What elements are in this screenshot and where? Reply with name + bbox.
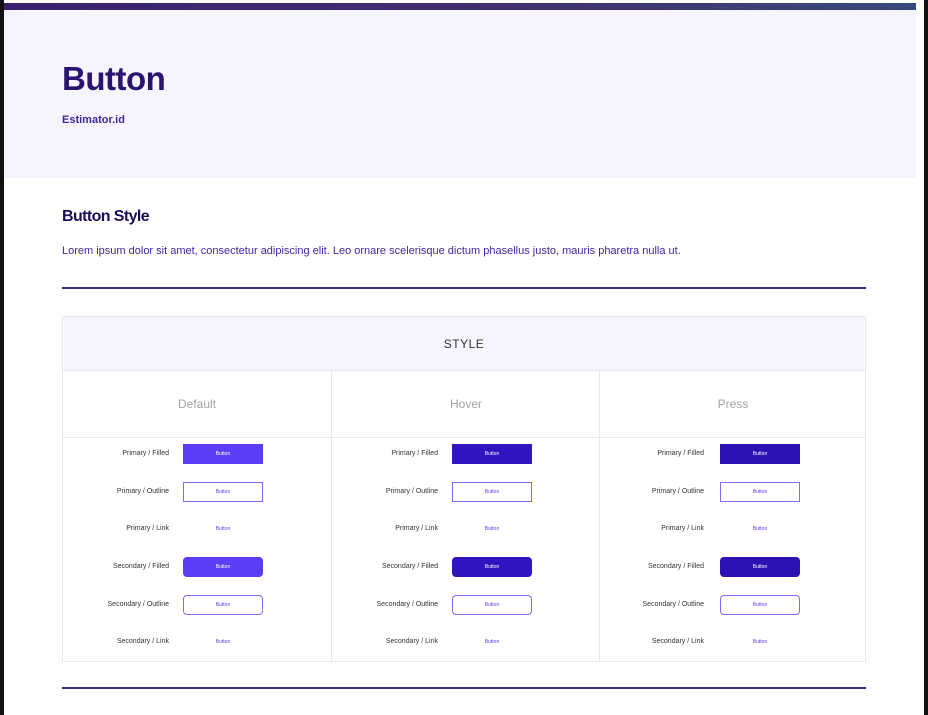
column-header: Press xyxy=(600,371,866,438)
table-row: Primary / Link Button xyxy=(63,519,331,539)
row-label: Secondary / Link xyxy=(116,638,169,645)
column-press: Press Primary / Filled Button Primary / … xyxy=(599,371,866,661)
primary-outline-button[interactable]: Button xyxy=(183,482,263,502)
row-label: Primary / Outline xyxy=(116,488,169,495)
table-row: Primary / Filled Button xyxy=(63,444,331,464)
secondary-filled-button[interactable]: Button xyxy=(452,557,532,577)
table-row: Primary / Link Button xyxy=(600,519,866,539)
primary-filled-button[interactable]: Button xyxy=(452,444,532,464)
table-row: Primary / Filled Button xyxy=(332,444,600,464)
row-label: Secondary / Filled xyxy=(647,563,704,570)
primary-outline-button[interactable]: Button xyxy=(452,482,532,502)
row-label: Secondary / Outline xyxy=(107,601,169,608)
table-header: STYLE xyxy=(63,317,865,371)
table-row: Secondary / Link Button xyxy=(600,632,866,652)
page-title: Button xyxy=(62,60,166,97)
row-label: Primary / Link xyxy=(395,525,438,532)
column-default: Default Primary / Filled Button Primary … xyxy=(63,371,331,661)
secondary-link-button[interactable]: Button xyxy=(720,632,800,652)
table-row: Secondary / Outline Button xyxy=(63,595,331,615)
table-row: Primary / Link Button xyxy=(332,519,600,539)
secondary-outline-button[interactable]: Button xyxy=(183,595,263,615)
primary-outline-button[interactable]: Button xyxy=(720,482,800,502)
secondary-link-button[interactable]: Button xyxy=(452,632,532,652)
row-label: Primary / Filled xyxy=(391,450,438,457)
row-label: Primary / Link xyxy=(126,525,169,532)
column-header: Hover xyxy=(332,371,600,438)
row-label: Secondary / Outline xyxy=(376,601,438,608)
column-header: Default xyxy=(63,371,331,438)
primary-link-button[interactable]: Button xyxy=(452,519,532,539)
secondary-outline-button[interactable]: Button xyxy=(452,595,532,615)
button-style-table: STYLE Default Primary / Filled Button Pr… xyxy=(62,316,866,662)
primary-filled-button[interactable]: Button xyxy=(183,444,263,464)
row-label: Secondary / Link xyxy=(651,638,704,645)
row-label: Secondary / Link xyxy=(385,638,438,645)
secondary-filled-button[interactable]: Button xyxy=(183,557,263,577)
primary-filled-button[interactable]: Button xyxy=(720,444,800,464)
column-hover: Hover Primary / Filled Button Primary / … xyxy=(331,371,600,661)
divider xyxy=(62,287,866,289)
secondary-filled-button[interactable]: Button xyxy=(720,557,800,577)
row-label: Secondary / Outline xyxy=(642,601,704,608)
row-label: Secondary / Filled xyxy=(112,563,169,570)
primary-link-button[interactable]: Button xyxy=(720,519,800,539)
table-row: Secondary / Outline Button xyxy=(332,595,600,615)
table-row: Primary / Outline Button xyxy=(63,482,331,502)
table-row: Secondary / Link Button xyxy=(63,632,331,652)
table-row: Primary / Filled Button xyxy=(600,444,866,464)
secondary-outline-button[interactable]: Button xyxy=(720,595,800,615)
primary-link-button[interactable]: Button xyxy=(183,519,263,539)
row-label: Primary / Link xyxy=(661,525,704,532)
table-row: Secondary / Filled Button xyxy=(600,557,866,577)
table-row: Secondary / Link Button xyxy=(332,632,600,652)
table-row: Secondary / Filled Button xyxy=(332,557,600,577)
hero-banner: Button Estimator.id xyxy=(4,10,916,178)
page-subtitle: Estimator.id xyxy=(62,114,125,126)
table-row: Secondary / Outline Button xyxy=(600,595,866,615)
row-label: Secondary / Filled xyxy=(381,563,438,570)
top-accent-bar xyxy=(4,3,916,10)
table-row: Secondary / Filled Button xyxy=(63,557,331,577)
row-label: Primary / Filled xyxy=(657,450,704,457)
table-row: Primary / Outline Button xyxy=(600,482,866,502)
section-description: Lorem ipsum dolor sit amet, consectetur … xyxy=(62,245,681,257)
section-title: Button Style xyxy=(62,208,150,225)
row-label: Primary / Filled xyxy=(122,450,169,457)
row-label: Primary / Outline xyxy=(385,488,438,495)
row-label: Primary / Outline xyxy=(651,488,704,495)
divider xyxy=(62,687,866,689)
secondary-link-button[interactable]: Button xyxy=(183,632,263,652)
table-row: Primary / Outline Button xyxy=(332,482,600,502)
